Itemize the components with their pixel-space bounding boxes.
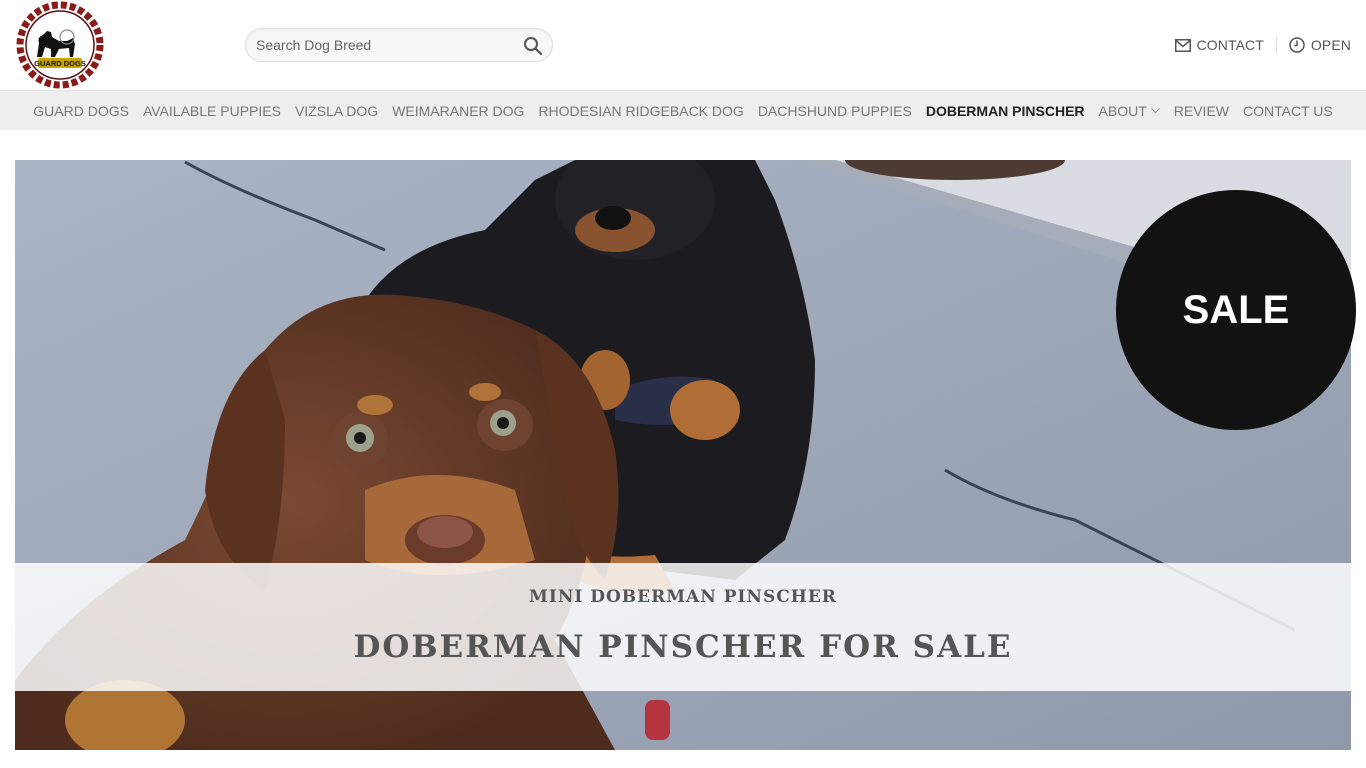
nav-item-doberman-pinscher[interactable]: DOBERMAN PINSCHER (919, 103, 1092, 119)
search-icon (524, 37, 543, 56)
sale-badge: SALE (1116, 190, 1356, 430)
main-nav: GUARD DOGS AVAILABLE PUPPIES VIZSLA DOG … (0, 90, 1366, 130)
nav-item-review[interactable]: REVIEW (1167, 103, 1236, 119)
site-logo[interactable]: GUARD DOGS (15, 1, 105, 89)
nav-item-label: DACHSHUND PUPPIES (757, 102, 912, 119)
dog-chain-logo-icon: GUARD DOGS (16, 1, 104, 89)
nav-item-label: VIZSLA DOG (294, 102, 379, 119)
nav-item-label: GUARD DOGS (33, 102, 129, 119)
nav-item-label: DOBERMAN PINSCHER (925, 102, 1085, 119)
clock-icon (1289, 37, 1305, 53)
search-input[interactable] (256, 29, 516, 61)
nav-item-vizsla-dog[interactable]: VIZSLA DOG (288, 103, 385, 119)
header-open-link[interactable]: OPEN (1289, 37, 1351, 53)
envelope-icon (1174, 38, 1191, 52)
nav-item-dachshund-puppies[interactable]: DACHSHUND PUPPIES (751, 103, 919, 119)
nav-item-guard-dogs[interactable]: GUARD DOGS (26, 103, 136, 119)
svg-text:GUARD DOGS: GUARD DOGS (34, 59, 86, 68)
nav-item-label: CONTACT US (1243, 102, 1333, 119)
hero-title: DOBERMAN PINSCHER FOR SALE (353, 629, 1013, 665)
nav-item-label: RHODESIAN RIDGEBACK DOG (538, 102, 744, 119)
hero-subtitle: MINI DOBERMAN PINSCHER (529, 587, 837, 607)
nav-item-label: REVIEW (1173, 102, 1229, 119)
site-header: GUARD DOGS CONTACT OPEN (0, 0, 1366, 90)
header-open-label: OPEN (1310, 37, 1351, 53)
sale-badge-label: SALE (1182, 287, 1290, 332)
nav-item-label: AVAILABLE PUPPIES (142, 102, 281, 119)
nav-item-about[interactable]: ABOUT (1092, 103, 1167, 119)
search-button[interactable] (523, 36, 543, 56)
nav-item-label: WEIMARANER DOG (392, 102, 525, 119)
search-box (245, 28, 553, 62)
chevron-down-icon (1150, 107, 1160, 113)
hero-caption: MINI DOBERMAN PINSCHER DOBERMAN PINSCHER… (15, 563, 1351, 691)
nav-item-weimaraner-dog[interactable]: WEIMARANER DOG (385, 103, 531, 119)
header-divider (1275, 37, 1277, 53)
header-contact-link[interactable]: CONTACT (1174, 37, 1264, 53)
nav-item-label: ABOUT (1098, 102, 1147, 119)
header-links: CONTACT OPEN (1174, 35, 1351, 55)
nav-item-contact-us[interactable]: CONTACT US (1236, 103, 1340, 119)
header-contact-label: CONTACT (1196, 37, 1264, 53)
nav-item-available-puppies[interactable]: AVAILABLE PUPPIES (136, 103, 288, 119)
nav-item-rhodesian-ridgeback-dog[interactable]: RHODESIAN RIDGEBACK DOG (531, 103, 750, 119)
